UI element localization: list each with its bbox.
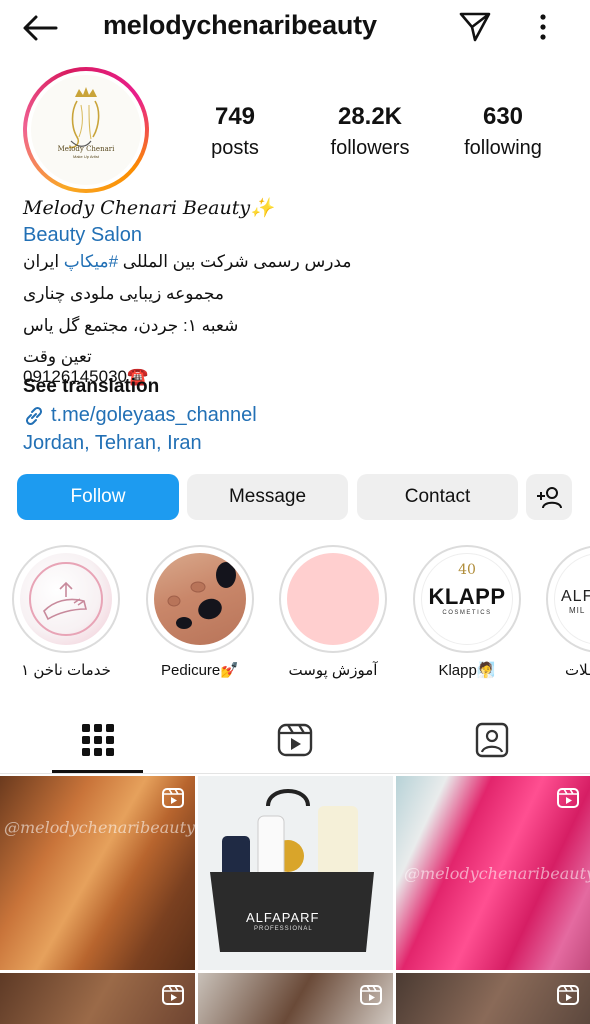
klapp-subtitle: COSMETICS <box>442 610 492 616</box>
post-tile[interactable]: @melodychenaribeauty <box>0 776 195 970</box>
reel-icon <box>557 985 579 1005</box>
product-bag-image <box>210 789 374 952</box>
bio-external-link[interactable]: t.me/goleyaas_channel <box>23 404 568 427</box>
top-bar: melodychenaribeauty <box>0 0 590 56</box>
bag-brand: ALFAPARF <box>246 910 320 925</box>
highlight-label: آموزش پوست <box>288 662 378 679</box>
more-vertical-icon[interactable] <box>528 10 558 44</box>
see-translation-link[interactable]: See translation <box>23 376 568 398</box>
followers-count: 28.2K <box>337 103 403 130</box>
post-tile[interactable] <box>198 973 393 1024</box>
alfaparf-sub-partial: MIL <box>569 606 586 615</box>
logo-subtitle: Make Up Artist <box>72 154 99 159</box>
reel-icon <box>162 985 184 1005</box>
klapp-years: 40 <box>458 562 476 578</box>
reel-icon <box>557 788 579 808</box>
send-icon[interactable] <box>457 10 493 44</box>
crown-logo-icon <box>68 87 100 149</box>
active-tab-indicator <box>52 770 143 773</box>
story-highlight[interactable]: خدمات ناخن ۱ <box>11 545 121 679</box>
story-highlight[interactable]: ALFA MIL ـلات <box>545 545 590 679</box>
bio-text: ایران <box>23 252 64 271</box>
story-ring[interactable]: Melody Chenari Make Up Artist <box>23 67 149 193</box>
suggest-users-button[interactable] <box>526 474 572 520</box>
highlight-label: خدمات ناخن ۱ <box>21 662 111 679</box>
highlight-label: Pedicure💅 <box>161 662 239 679</box>
post-tile[interactable]: ALFAPARF PROFESSIONAL <box>198 776 393 970</box>
bio-line: شعبه ۱: جردن، مجتمع گل یاس <box>23 316 239 335</box>
reel-icon <box>162 788 184 808</box>
bio-line: مجموعه زیبایی ملودی چناری <box>23 284 224 303</box>
posts-count: 749 <box>214 103 256 130</box>
profile-username: melodychenaribeauty <box>103 10 377 40</box>
story-highlight[interactable]: Pedicure💅 <box>145 545 255 679</box>
post-watermark: @melodychenaribeauty <box>404 864 590 883</box>
add-user-icon <box>537 487 562 509</box>
logo-title: Melody Chenari <box>57 145 115 153</box>
hashtag-link[interactable]: #میکاپ <box>64 252 118 271</box>
klapp-logo: KLAPP <box>428 584 506 609</box>
followers-label: followers <box>330 137 410 159</box>
reels-tab-icon[interactable] <box>275 720 315 760</box>
bio-text: مدرس رسمی شرکت بین المللی <box>118 252 352 271</box>
avatar: Melody Chenari Make Up Artist <box>31 75 141 185</box>
back-arrow-icon[interactable] <box>20 12 60 44</box>
alfaparf-logo-partial: ALFA <box>561 588 590 605</box>
profile-tabs <box>0 702 590 774</box>
bio-line: مدرس رسمی شرکت بین المللی #میکاپ ایران <box>23 252 353 272</box>
profile-display-name: Melody Chenari Beauty✨ <box>23 197 274 219</box>
profile-location[interactable]: Jordan, Tehran, Iran <box>23 432 568 455</box>
stat-following[interactable]: 630 following <box>455 103 551 161</box>
reel-icon <box>360 985 382 1005</box>
grid-tab-icon[interactable] <box>78 720 118 760</box>
contact-button[interactable]: Contact <box>357 474 518 520</box>
follow-button[interactable]: Follow <box>17 474 179 520</box>
bag-subtitle: PROFESSIONAL <box>254 926 313 932</box>
nail-icon <box>29 562 103 636</box>
stat-posts[interactable]: 749 posts <box>195 103 275 161</box>
pedicure-image <box>167 562 236 629</box>
highlight-label: Klapp🧖 <box>438 662 496 679</box>
link-text: t.me/goleyaas_channel <box>51 404 257 426</box>
message-button[interactable]: Message <box>187 474 348 520</box>
post-tile[interactable] <box>396 973 590 1024</box>
post-tile[interactable] <box>0 973 195 1024</box>
story-highlight[interactable]: 40 KLAPP COSMETICS Klapp🧖 <box>412 545 522 679</box>
highlight-label: ـلات <box>565 662 590 679</box>
story-highlight[interactable]: آموزش پوست <box>278 545 388 679</box>
posts-label: posts <box>211 137 259 159</box>
stat-followers[interactable]: 28.2K followers <box>320 103 420 161</box>
tagged-tab-icon[interactable] <box>472 720 512 760</box>
following-count: 630 <box>482 103 524 130</box>
post-tile[interactable]: @melodychenaribeauty <box>396 776 590 970</box>
post-watermark: @melodychenaribeauty <box>4 818 195 837</box>
profile-category[interactable]: Beauty Salon <box>23 224 568 247</box>
following-label: following <box>464 137 542 159</box>
link-icon <box>25 406 43 425</box>
